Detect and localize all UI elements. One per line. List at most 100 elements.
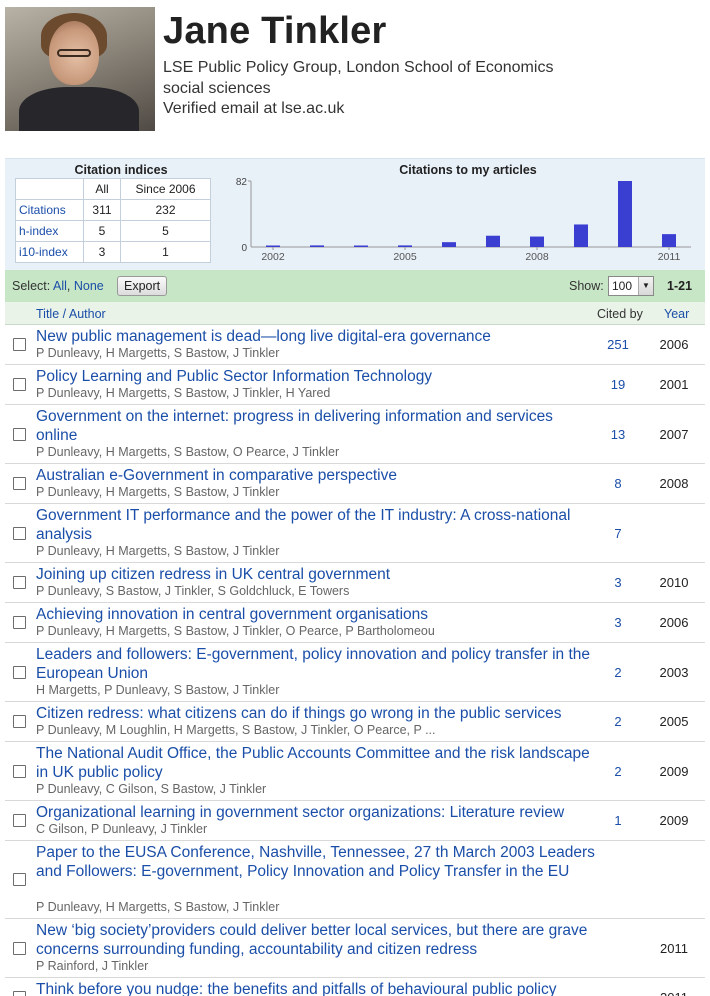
chart-bar [310,245,324,247]
article-row: Achieving innovation in central governme… [5,603,705,643]
article-title-link[interactable]: Australian e-Government in comparative p… [36,466,596,485]
article-year: 2003 [659,665,689,680]
chart-bar [354,245,368,247]
ci-label-citations[interactable]: Citations [15,199,84,221]
chevron-down-icon[interactable]: ▼ [638,277,653,295]
article-row: Organizational learning in government se… [5,801,705,841]
article-authors: P Dunleavy, H Margetts, S Bastow, J Tink… [36,624,435,638]
article-checkbox[interactable] [13,527,26,540]
article-checkbox[interactable] [13,428,26,441]
profile-field[interactable]: social sciences [163,79,553,100]
x-tick-label: 2011 [658,251,681,263]
ci-i10-index-since: 1 [120,241,211,263]
article-title-link[interactable]: Joining up citizen redress in UK central… [36,565,596,584]
cited-by-header: Cited by [597,307,643,321]
article-row: The National Audit Office, the Public Ac… [5,742,705,801]
article-checkbox[interactable] [13,715,26,728]
citation-indices-table: All Since 2006 Citations 311 232 h-index… [15,178,211,263]
article-title-link[interactable]: Government IT performance and the power … [36,506,596,544]
article-title-link[interactable]: Government on the internet: progress in … [36,407,596,445]
article-checkbox[interactable] [13,942,26,955]
article-title-link[interactable]: Achieving innovation in central governme… [36,605,596,624]
article-authors: H Margetts, P Dunleavy, S Bastow, J Tink… [36,683,280,697]
x-tick-label: 2008 [525,251,549,263]
article-row: Government on the internet: progress in … [5,405,705,464]
chart-bar [442,242,456,247]
chart-bar [662,234,676,247]
select-none-link[interactable]: None [74,279,104,293]
profile-name: Jane Tinkler [163,10,387,52]
article-row: New ‘big society’providers could deliver… [5,919,705,978]
year-sort[interactable]: Year [664,307,689,321]
article-checkbox[interactable] [13,765,26,778]
article-title-link[interactable]: Paper to the EUSA Conference, Nashville,… [36,843,596,881]
article-title-link[interactable]: Think before you nudge: the benefits and… [36,980,596,996]
article-title-link[interactable]: New public management is dead—long live … [36,327,596,346]
article-cited-by-link[interactable]: 8 [593,476,643,491]
citation-summary: Citation indices All Since 2006 Citation… [5,158,705,270]
article-cited-by-link[interactable]: 3 [593,575,643,590]
article-title-link[interactable]: The National Audit Office, the Public Ac… [36,744,596,782]
ci-corner [15,178,84,200]
article-year: 2006 [659,337,689,352]
article-cited-by-link[interactable]: 251 [593,337,643,352]
article-checkbox[interactable] [13,576,26,589]
chart-bar [574,224,588,247]
ci-label-h-index[interactable]: h-index [15,220,84,242]
y-tick-label: 0 [241,243,247,254]
article-authors: C Gilson, P Dunleavy, J Tinkler [36,822,208,836]
article-checkbox[interactable] [13,873,26,886]
ci-label-i10-index[interactable]: i10-index [15,241,84,263]
profile-photo [5,7,155,131]
article-checkbox[interactable] [13,991,26,996]
title-author-sort[interactable]: Title / Author [36,307,106,321]
chart-bar [266,245,280,247]
article-list: New public management is dead—long live … [5,325,705,996]
article-title-link[interactable]: Organizational learning in government se… [36,803,596,822]
article-checkbox[interactable] [13,616,26,629]
export-button[interactable]: Export [117,276,168,296]
article-authors: P Rainford, J Tinkler [36,959,149,973]
article-authors: P Dunleavy, M Loughlin, H Margetts, S Ba… [36,723,436,737]
article-checkbox[interactable] [13,477,26,490]
article-checkbox[interactable] [13,378,26,391]
article-cited-by-link[interactable]: 13 [593,427,643,442]
article-column-header: Title / Author Cited by Year [5,302,705,325]
article-checkbox[interactable] [13,338,26,351]
chart-bar [530,236,544,247]
ci-citations-all: 311 [83,199,121,221]
article-title-link[interactable]: Leaders and followers: E-government, pol… [36,645,596,683]
article-row: Policy Learning and Public Sector Inform… [5,365,705,405]
article-row: Australian e-Government in comparative p… [5,464,705,504]
show-count-value: 100 [612,279,633,293]
article-title-link[interactable]: New ‘big society’providers could deliver… [36,921,596,959]
ci-h-index-all: 5 [83,220,121,242]
article-title-link[interactable]: Policy Learning and Public Sector Inform… [36,367,596,386]
chart-bar [486,235,500,247]
article-row: New public management is dead—long live … [5,325,705,365]
profile-email: Verified email at lse.ac.uk [163,100,345,117]
article-cited-by-link[interactable]: 2 [593,665,643,680]
article-cited-by-link[interactable]: 2 [593,764,643,779]
article-toolbar: Select: All, None Export Show: 100 ▼ 1-2… [5,270,705,302]
article-checkbox[interactable] [13,666,26,679]
article-cited-by-link[interactable]: 7 [593,526,643,541]
article-cited-by-link[interactable]: 1 [593,813,643,828]
article-authors: P Dunleavy, H Margetts, S Bastow, J Tink… [36,485,280,499]
y-tick-label: 82 [236,177,248,188]
show-label: Show: [569,279,604,293]
article-row: Think before you nudge: the benefits and… [5,978,705,996]
article-authors: P Dunleavy, S Bastow, J Tinkler, S Goldc… [36,584,350,598]
article-cited-by-link[interactable]: 3 [593,615,643,630]
article-year: 2011 [655,990,693,996]
ci-header-all: All [83,178,121,200]
article-cited-by-link[interactable]: 19 [593,377,643,392]
article-authors: P Dunleavy, H Margetts, S Bastow, O Pear… [36,445,340,459]
select-all-link[interactable]: All [53,279,67,293]
article-title-link[interactable]: Citizen redress: what citizens can do if… [36,704,596,723]
article-cited-by-link[interactable]: 2 [593,714,643,729]
article-checkbox[interactable] [13,814,26,827]
x-tick-label: 2005 [393,251,417,263]
article-authors: P Dunleavy, H Margetts, S Bastow, J Tink… [36,386,331,400]
show-count-select[interactable]: 100 ▼ [608,276,654,296]
